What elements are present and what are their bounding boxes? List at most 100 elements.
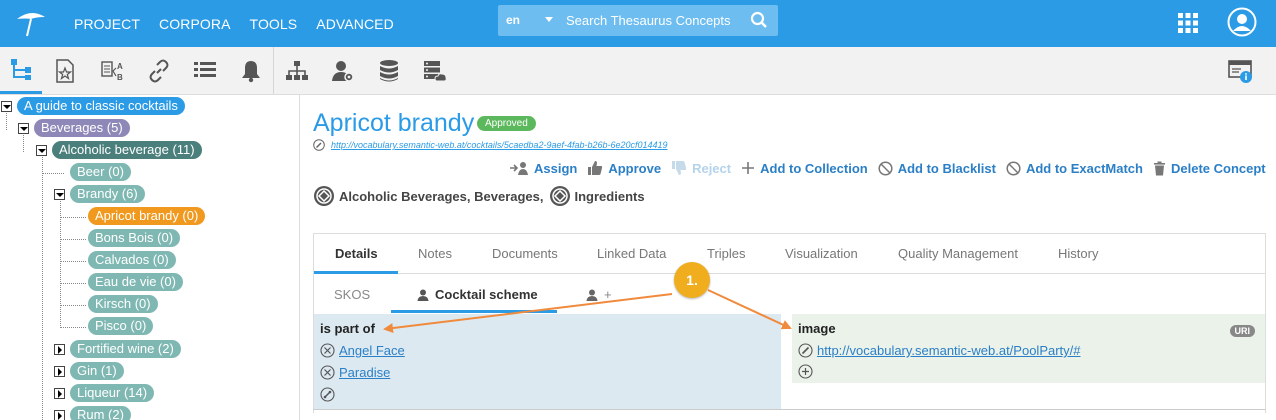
collapse-toggle[interactable] [36, 144, 47, 156]
database-button[interactable] [368, 47, 410, 94]
add-to-exactmatch-button[interactable]: Add to ExactMatch [1006, 161, 1143, 176]
menu-project[interactable]: PROJECT [74, 16, 140, 32]
apps-grid-icon[interactable] [1178, 13, 1198, 33]
edit-pencil-icon[interactable] [313, 139, 325, 151]
tree-node[interactable]: Eau de vie (0) [88, 273, 183, 291]
tree-connector [60, 283, 86, 284]
concept-uri-row: http://vocabulary.semantic-web.at/cockta… [313, 139, 668, 151]
notifications-button[interactable] [230, 47, 272, 94]
tree-node[interactable]: Beverages (5) [18, 119, 130, 137]
tree-node[interactable]: Gin (1) [54, 362, 124, 380]
scheme-icon[interactable] [549, 185, 571, 207]
approve-button[interactable]: Approve [587, 160, 661, 176]
relation-link-angel-face[interactable]: Angel Face [339, 343, 405, 358]
tree-node-label[interactable]: Liqueur (14) [70, 384, 155, 402]
tree-node-label[interactable]: Brandy (6) [70, 185, 145, 203]
tab-notes[interactable]: Notes [418, 246, 452, 261]
collapse-toggle[interactable] [54, 188, 65, 200]
tree-node-label[interactable]: Beverages (5) [34, 119, 130, 137]
tree-node-label[interactable]: Eau de vie (0) [88, 273, 183, 291]
tree-view-button[interactable] [0, 47, 42, 94]
image-uri-link[interactable]: http://vocabulary.semantic-web.at/PoolPa… [817, 343, 1081, 358]
tab-visualization[interactable]: Visualization [785, 246, 858, 261]
remove-icon[interactable] [320, 365, 335, 380]
subtab-add-label: + [604, 287, 612, 302]
expand-toggle[interactable] [54, 387, 65, 399]
scheme-list[interactable]: Alcoholic Beverages, Beverages, [339, 189, 544, 204]
tree-node[interactable]: Bons Bois (0) [88, 229, 181, 247]
caret-down-icon[interactable] [545, 17, 553, 22]
tree-node[interactable]: Pisco (0) [88, 317, 154, 335]
edit-icon[interactable] [798, 343, 813, 358]
menu-advanced[interactable]: ADVANCED [316, 16, 394, 32]
tree-node-selected[interactable]: Apricot brandy (0) [88, 207, 206, 225]
tree-node[interactable]: Kirsch (0) [88, 295, 158, 313]
tree-node-label[interactable]: Kirsch (0) [88, 295, 158, 313]
subtab-cocktail-scheme[interactable]: Cocktail scheme [417, 287, 538, 302]
tree-node-label[interactable]: Fortified wine (2) [70, 340, 181, 358]
user-avatar-icon[interactable] [1227, 7, 1257, 37]
links-button[interactable] [138, 47, 180, 94]
add-to-collection-button[interactable]: Add to Collection [741, 161, 868, 176]
tree-node-label[interactable]: Rum (2) [70, 406, 131, 420]
add-to-blacklist-button[interactable]: Add to Blacklist [878, 161, 996, 176]
tree-node-label[interactable]: Calvados (0) [88, 251, 176, 269]
tree-node-label[interactable]: Beer (0) [70, 163, 131, 181]
scheme-ingredients[interactable]: Ingredients [575, 189, 645, 204]
search-icon[interactable] [750, 11, 768, 29]
poolparty-logo[interactable] [14, 8, 48, 38]
add-circle-icon[interactable] [798, 364, 813, 379]
subtab-cocktail-label: Cocktail scheme [435, 287, 538, 302]
menu-corpora[interactable]: CORPORA [159, 16, 231, 32]
active-subtab-indicator [391, 310, 557, 313]
remove-icon[interactable] [320, 343, 335, 358]
tree-node-label[interactable]: A guide to classic cocktails [17, 97, 185, 115]
compare-button[interactable]: A B [92, 47, 134, 94]
tree-node[interactable]: Calvados (0) [88, 251, 176, 269]
subtab-add-scheme[interactable]: + [586, 287, 612, 302]
expand-toggle[interactable] [54, 409, 65, 420]
tree-node[interactable]: Rum (2) [54, 406, 131, 420]
expand-toggle[interactable] [54, 365, 65, 377]
user-settings-button[interactable] [322, 47, 364, 94]
concept-detail: Apricot brandy Approved http://vocabular… [301, 95, 1276, 420]
server-button[interactable] [414, 47, 456, 94]
reject-button[interactable]: Reject [671, 160, 731, 176]
tab-history[interactable]: History [1058, 246, 1098, 261]
tab-details[interactable]: Details [335, 246, 378, 261]
subtab-skos[interactable]: SKOS [334, 287, 370, 302]
tab-documents[interactable]: Documents [492, 246, 558, 261]
tree-node-label[interactable]: Apricot brandy (0) [88, 207, 206, 225]
expand-toggle[interactable] [54, 343, 65, 355]
concept-uri-link[interactable]: http://vocabulary.semantic-web.at/cockta… [331, 140, 668, 150]
collapse-toggle[interactable] [18, 122, 29, 134]
tree-node-label[interactable]: Alcoholic beverage (11) [52, 141, 202, 159]
tab-quality-management[interactable]: Quality Management [898, 246, 1018, 261]
language-select[interactable]: en [506, 13, 520, 27]
tab-triples[interactable]: Triples [707, 246, 746, 261]
delete-concept-button[interactable]: Delete Concept [1153, 161, 1266, 176]
collapse-toggle[interactable] [1, 100, 12, 112]
tree-node[interactable]: A guide to classic cocktails [1, 97, 185, 115]
menu-tools[interactable]: TOOLS [250, 16, 298, 32]
scheme-icon[interactable] [313, 185, 335, 207]
structure-button[interactable] [276, 47, 318, 94]
tree-node[interactable]: Fortified wine (2) [54, 340, 181, 358]
search-input[interactable]: Search Thesaurus Concepts [566, 13, 731, 28]
assign-button[interactable]: Assign [509, 160, 577, 176]
tree-node[interactable]: Alcoholic beverage (11) [36, 141, 202, 159]
info-panel-button[interactable] [1220, 47, 1262, 94]
thumbs-down-icon [672, 161, 687, 175]
relation-link-paradise[interactable]: Paradise [339, 365, 390, 380]
tree-node[interactable]: Brandy (6) [54, 185, 145, 203]
tree-node-label[interactable]: Pisco (0) [88, 317, 154, 335]
list-button[interactable] [184, 47, 226, 94]
add-link-icon[interactable] [320, 387, 335, 402]
tree-node[interactable]: Liqueur (14) [54, 384, 155, 402]
tree-node-label[interactable]: Gin (1) [70, 362, 124, 380]
favorites-button[interactable] [44, 47, 86, 94]
tab-bar: Details Notes Documents Linked Data Trip… [314, 234, 1265, 274]
tree-node[interactable]: Beer (0) [70, 163, 131, 181]
tab-linked-data[interactable]: Linked Data [597, 246, 666, 261]
tree-node-label[interactable]: Bons Bois (0) [88, 229, 181, 247]
